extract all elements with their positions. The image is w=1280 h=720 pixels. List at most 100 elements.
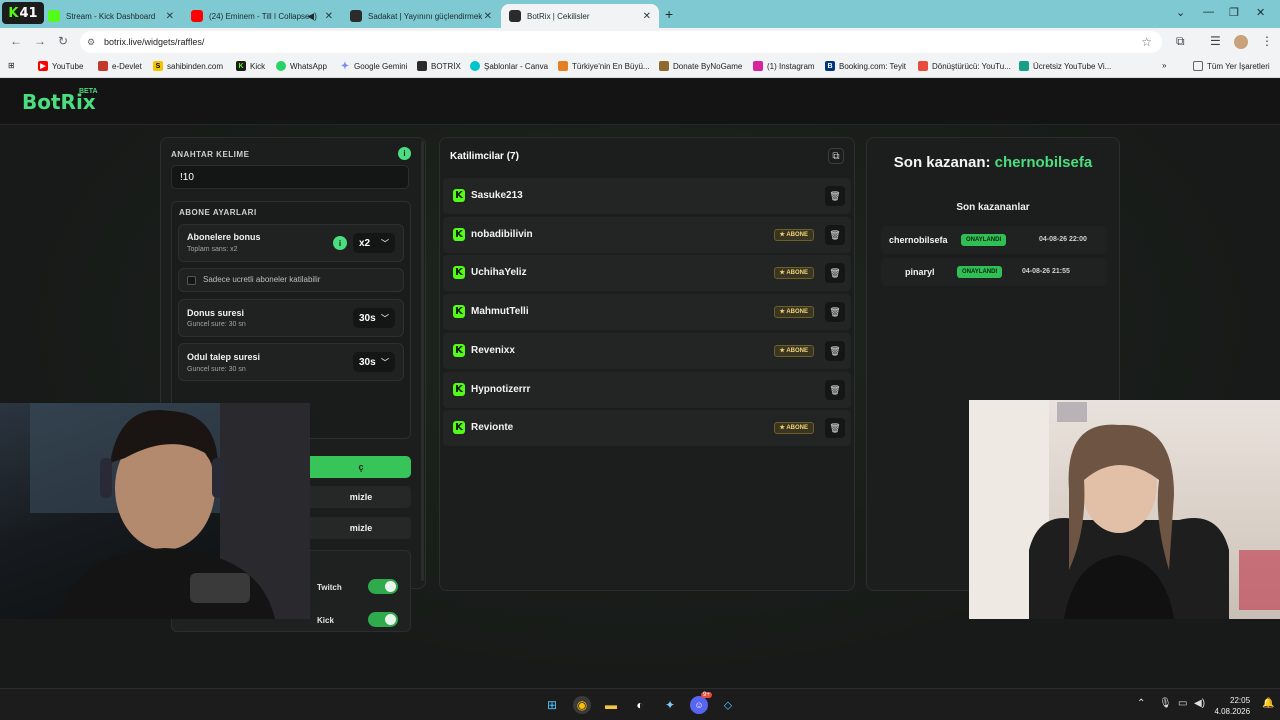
participant-name: UchihaYeliz [471,267,527,279]
new-tab-button[interactable]: + [665,6,673,22]
minimize-button[interactable]: — [1203,6,1214,18]
windows-start-icon[interactable]: ⊞ [543,696,561,714]
kick-label: Kick [317,616,334,625]
tab-close-icon[interactable]: ✕ [325,11,333,22]
select-value: 30s [359,356,376,368]
bookmark-label: Booking.com: Teyit [839,61,906,71]
whatsapp-icon [276,61,286,71]
kick-platform-icon: K [453,421,465,435]
store-icon [558,61,568,71]
app-icon[interactable]: ✦ [661,696,679,714]
obs-icon[interactable]: ◐ [631,696,649,714]
delete-participant-button[interactable]: 🗑 [825,379,845,400]
participant-name: Hypnotizerrr [471,383,531,395]
volume-icon[interactable]: ◀) [1194,698,1205,709]
bookmark-label: Dönüştürücü: YouTu... [932,61,1011,71]
video-icon [1019,61,1029,71]
button-label: ç [358,462,364,472]
participant-name: MahmutTelli [471,306,529,318]
apps-grid-icon[interactable]: ⊞ [8,61,15,70]
bookmark-sahibinden[interactable]: Ssahibinden.com [153,61,223,71]
bookmark-all-folder[interactable]: Tüm Yer İşaretleri [1193,61,1270,71]
bookmark-label: Kick [250,61,266,71]
settings-scrollbar[interactable] [421,141,424,581]
extensions-icon[interactable]: ⧉ [1176,34,1185,49]
canva-icon [470,61,480,71]
app-icon[interactable]: ⬦ [719,696,737,714]
bookmark-donusturucu[interactable]: Dönüştürücü: YouTu... [918,61,1011,71]
bookmark-youtube-video[interactable]: Ücretsiz YouTube Vi... [1019,61,1111,71]
delete-participant-button[interactable]: 🗑 [825,418,845,439]
claim-time-title: Odul talep suresi [187,352,261,362]
delete-participant-button[interactable]: 🗑 [825,224,845,245]
bookmark-gemini[interactable]: ✦ Google Gemini [340,61,408,72]
site-info-icon[interactable]: ⚙ [87,37,95,48]
info-icon[interactable]: i [398,147,411,160]
back-arrow-icon[interactable]: ← [10,34,22,48]
tab-counter-badge[interactable]: K 41 [2,2,44,24]
tab-sadakat[interactable]: Sadakat | Yayınını güçlendirmek ✕ [342,4,500,28]
tab-search-icon[interactable]: ⌄ [1176,6,1185,19]
forward-arrow-icon[interactable]: → [34,34,46,48]
bookmark-bynogame[interactable]: Donate ByNoGame [659,61,742,71]
participant-row: K Sasuke213 🗑 [443,178,851,214]
twitch-toggle[interactable] [368,579,398,594]
bookmark-turkiye[interactable]: Türkiye'nin En Büyü... [558,61,650,71]
copy-icon[interactable]: ⧉ [828,148,844,164]
bookmark-botrix[interactable]: BOTRİX [417,61,461,71]
tab-close-icon[interactable]: ✕ [484,11,492,22]
chrome-icon[interactable]: ◉ [573,696,591,714]
subscriber-bonus-row: Abonelere bonus Toplam sans: x2 i x2 ﹀ [178,224,404,262]
bookmark-edevlet[interactable]: e-Devlet [98,61,142,71]
delete-participant-button[interactable]: 🗑 [825,302,845,323]
bookmarks-overflow-button[interactable]: » [1162,61,1166,70]
paid-only-row[interactable]: Sadece ucretli aboneler katilabilir [178,268,404,292]
bonus-time-select[interactable]: 30s ﹀ [353,308,395,328]
reading-list-icon[interactable]: ☰ [1210,34,1221,48]
bookmark-youtube[interactable]: ▶ YouTube [38,61,83,71]
microphone-icon[interactable]: 🎙 [1159,698,1172,709]
bookmark-whatsapp[interactable]: WhatsApp [276,61,327,71]
bookmark-booking[interactable]: B Booking.com: Teyit [825,61,906,71]
network-icon[interactable]: ▭ [1178,698,1187,709]
tab-title: Sadakat | Yayınını güçlendirmek [368,11,483,21]
participant-name: Sasuke213 [471,190,523,201]
bookmark-instagram[interactable]: (1) Instagram [753,61,815,71]
discord-icon[interactable]: ☺ [690,696,708,714]
address-bar[interactable]: ⚙ botrix.live/widgets/raffles/ ☆ [80,31,1162,53]
tab-youtube[interactable]: (24) Eminem - Till I Collapse ◀) ✕ [183,4,341,28]
delete-participant-button[interactable]: 🗑 [825,186,845,206]
bookmark-label: Donate ByNoGame [673,61,743,71]
tab-kick-dashboard[interactable]: Stream - Kick Dashboard ✕ [40,4,182,28]
bookmark-kick[interactable]: K Kick [236,61,265,71]
paid-only-checkbox[interactable] [187,276,196,285]
system-clock[interactable]: 22:05 4.08.2026 [1212,695,1250,717]
bonus-multiplier-select[interactable]: x2 ﹀ [353,233,395,253]
tab-close-icon[interactable]: ✕ [166,11,174,22]
maximize-button[interactable]: ❐ [1229,6,1239,19]
speaker-icon[interactable]: ◀) [307,11,317,22]
notification-bell-icon[interactable]: 🔔 [1262,698,1274,709]
tab-close-icon[interactable]: ✕ [643,11,651,22]
bookmark-canva[interactable]: Şablonlar - Canva [470,61,548,71]
chevron-down-icon: ﹀ [381,357,389,367]
info-icon[interactable]: i [333,236,347,250]
profile-avatar[interactable] [1234,35,1248,49]
tray-overflow-icon[interactable]: ⌃ [1137,698,1145,709]
menu-kebab-icon[interactable]: ⋮ [1261,34,1273,48]
delete-participant-button[interactable]: 🗑 [825,340,845,361]
kick-toggle[interactable] [368,612,398,627]
bookmark-label: YouTube [52,61,84,71]
instagram-icon [753,61,763,71]
bookmark-star-icon[interactable]: ☆ [1141,35,1152,49]
reload-icon[interactable]: ↻ [58,34,68,48]
tab-botrix-raffles[interactable]: BotRix | Cekilisler ✕ [501,4,659,28]
keyword-input[interactable]: !10 [171,165,409,189]
bookmark-label: Şablonlar - Canva [484,61,549,71]
overflow-chevron-icon: » [1162,61,1167,70]
file-explorer-icon[interactable]: ▬ [602,696,620,714]
delete-participant-button[interactable]: 🗑 [825,263,845,284]
claim-time-select[interactable]: 30s ﹀ [353,352,395,372]
bonus-subtitle: Toplam sans: x2 [187,246,238,253]
close-window-button[interactable]: ✕ [1256,6,1265,19]
